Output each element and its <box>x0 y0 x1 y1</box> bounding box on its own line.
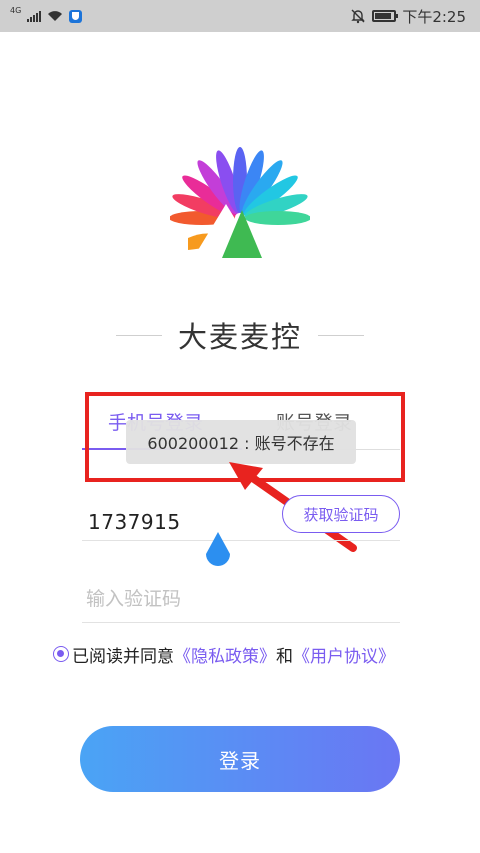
login-button[interactable]: 登录 <box>80 726 400 792</box>
shield-app-icon <box>69 9 83 23</box>
app-title-row: 大麦麦控 <box>0 312 480 358</box>
agreement-row: 已阅读并同意 《隐私政策》 和 《用户协议》 <box>53 642 395 667</box>
user-agreement-link[interactable]: 《用户协议》 <box>293 642 395 667</box>
phone-input[interactable]: 1737915 <box>88 510 181 534</box>
bell-off-icon <box>351 9 366 24</box>
battery-icon <box>372 10 399 22</box>
status-time: 下午2:25 <box>402 7 466 26</box>
agreement-prefix: 已阅读并同意 <box>72 646 174 667</box>
get-code-button[interactable]: 获取验证码 <box>282 495 400 533</box>
wifi-icon <box>48 11 63 21</box>
signal-icon <box>27 10 42 22</box>
status-bar: 4G 下午2:25 <box>0 0 480 32</box>
phone-input-underline <box>82 540 400 541</box>
privacy-policy-link[interactable]: 《隐私政策》 <box>174 642 276 667</box>
radio-checked-icon[interactable] <box>53 646 69 662</box>
text-cursor-handle-icon[interactable] <box>203 530 233 572</box>
network-type: 4G <box>10 5 22 15</box>
agreement-and: 和 <box>276 646 293 667</box>
title-divider-right <box>318 334 364 336</box>
title-divider-left <box>115 334 162 336</box>
login-button-label: 登录 <box>219 748 261 773</box>
status-left: 4G <box>10 6 83 23</box>
code-input-underline <box>82 622 400 623</box>
verification-code-input[interactable] <box>86 584 396 614</box>
status-right: 下午2:25 <box>350 6 466 27</box>
app-logo <box>170 147 310 260</box>
app-title: 大麦麦控 <box>177 320 302 354</box>
